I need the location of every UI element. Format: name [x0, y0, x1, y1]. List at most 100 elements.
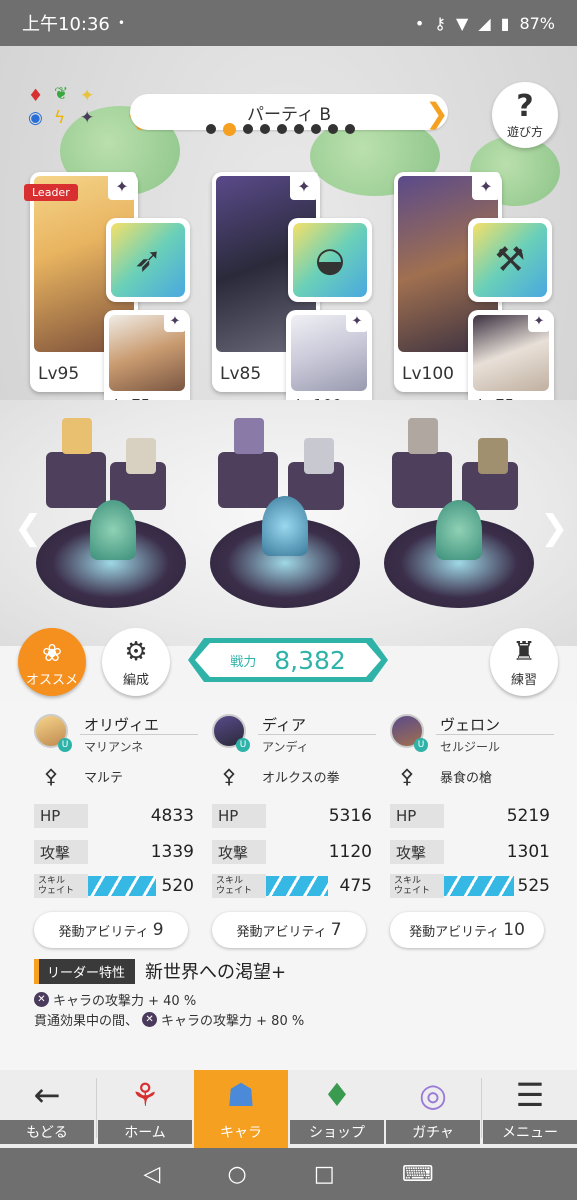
party-name: パーティ B [246, 104, 332, 125]
scroll-left-icon[interactable]: ❮ [14, 508, 43, 548]
hp-row: HP 5219 [390, 800, 554, 832]
nav-label: もどる [0, 1120, 94, 1144]
nav-home[interactable]: ⚘ ホーム [98, 1070, 192, 1148]
power-label: 戦力 [230, 654, 257, 670]
sub-character-name: マリアンネ [84, 740, 144, 754]
nav-label: ガチャ [386, 1120, 480, 1144]
power-display: 戦力 8,382 [188, 638, 388, 682]
leader-skill-line-2: 貫通効果中の間、 ✕ キャラの攻撃力 + 80 % [34, 1010, 304, 1029]
ability-label: 発動アビリティ [236, 924, 327, 940]
weapon-card-1[interactable]: ➶ [106, 218, 190, 302]
recommend-button[interactable]: ❀ オススメ [18, 628, 86, 696]
class-star-icon: ✦ [164, 310, 186, 332]
page-dot[interactable] [345, 124, 355, 134]
attack-row: 攻撃 1120 [212, 836, 376, 868]
attack-label: 攻撃 [390, 840, 444, 864]
hp-value: 4833 [150, 806, 194, 826]
ability-button[interactable]: 発動アビリティ 10 [390, 912, 544, 948]
hp-label: HP [390, 804, 444, 828]
weapon-row[interactable]: ⚴ オルクスの拳 [212, 756, 376, 796]
attack-value: 1120 [328, 842, 372, 862]
skill-wait-row: スキル ウェイト 525 [390, 872, 554, 900]
page-dot[interactable] [206, 124, 216, 134]
skill-wait-label: スキル ウェイト [390, 874, 444, 898]
formation-label: 編成 [122, 673, 149, 688]
character-sprite [478, 438, 508, 474]
page-dot[interactable] [294, 124, 304, 134]
party-next-icon[interactable]: ❯ [425, 97, 448, 130]
character-sprite [304, 438, 334, 474]
leader-tag: Leader [24, 184, 78, 201]
skill-wait-value: 520 [161, 876, 194, 896]
page-dot[interactable] [277, 124, 287, 134]
shop-icon: ♦ [322, 1076, 352, 1114]
divider [80, 734, 198, 735]
pedestal-block [46, 452, 106, 508]
practice-button[interactable]: ♜ 練習 [490, 628, 558, 696]
formation-button[interactable]: ⚙ 編成 [102, 628, 170, 696]
leader-skill-name: 新世界への渇望+ [145, 962, 287, 983]
system-back-icon[interactable]: ◁ [144, 1162, 161, 1187]
scroll-right-icon[interactable]: ❯ [540, 508, 569, 548]
page-dot[interactable] [311, 124, 321, 134]
practice-label: 練習 [510, 673, 537, 688]
page-dot-active[interactable] [223, 123, 236, 136]
sub-character-name: セルジール [440, 740, 501, 754]
page-dot[interactable] [328, 124, 338, 134]
question-icon: ? [516, 88, 534, 124]
skill-wait-value: 475 [339, 876, 372, 896]
skill-wait-bar [88, 876, 156, 896]
character-sprite [126, 438, 156, 474]
weapon-card-2[interactable]: ◒ [288, 218, 372, 302]
skill-wait-bar [266, 876, 328, 896]
nav-back[interactable]: ← もどる [0, 1070, 94, 1148]
system-home-icon[interactable]: ○ [228, 1162, 247, 1187]
status-icons: • ⚷ ▼ ◢ ▮ 87% [415, 14, 555, 33]
character-header[interactable]: U ヴェロン セルジール [390, 710, 554, 756]
leader-skill[interactable]: リーダー特性 新世界への渇望+ [34, 958, 286, 984]
platform: ❮ ❯ [0, 400, 577, 646]
skill-wait-value: 525 [517, 876, 550, 896]
weapon-card-3[interactable]: ⚒ [468, 218, 552, 302]
class-star-icon: ✦ [346, 310, 368, 332]
character-name: ディア [262, 716, 306, 734]
hp-row: HP 4833 [34, 800, 198, 832]
help-button[interactable]: ? 遊び方 [492, 82, 558, 148]
skill-wait-label: スキル ウェイト [34, 874, 88, 898]
leader-skill-effect-2: キャラの攻撃力 + 80 % [161, 1014, 305, 1029]
battery-icon: ▮ [500, 13, 510, 33]
nav-divider [96, 1078, 97, 1138]
skill-wait-row: スキル ウェイト 475 [212, 872, 376, 900]
notification-dot-icon: • [117, 16, 125, 30]
training-dummy-icon: ♜ [512, 637, 536, 667]
ability-label: 発動アビリティ [409, 924, 500, 940]
power-value: 8,382 [274, 645, 346, 675]
weapon-row[interactable]: ⚴ マルテ [34, 756, 198, 796]
ability-button[interactable]: 発動アビリティ 7 [212, 912, 366, 948]
nav-gacha[interactable]: ◎ ガチャ [386, 1070, 480, 1148]
nav-label: ショップ [290, 1120, 384, 1144]
ability-count: 10 [503, 920, 525, 940]
character-header[interactable]: U オリヴィエ マリアンネ [34, 710, 198, 756]
gamepad-icon[interactable]: ⌨ [402, 1162, 434, 1187]
element-icons[interactable]: ♦ ❦ ✦ ◉ ϟ ✦ [28, 84, 104, 132]
page-dot[interactable] [243, 124, 253, 134]
character-header[interactable]: U ディア アンディ [212, 710, 376, 756]
system-recents-icon[interactable]: □ [314, 1162, 335, 1187]
main-level: Lv85 [220, 364, 262, 384]
ability-button[interactable]: 発動アビリティ 9 [34, 912, 188, 948]
weapon-row[interactable]: ⚴ 暴食の槍 [390, 756, 554, 796]
nav-shop[interactable]: ♦ ショップ [290, 1070, 384, 1148]
formation-gear-icon: ⚙ [124, 637, 148, 667]
weapon-type-icon: ⚴ [43, 764, 59, 788]
page-dot[interactable] [260, 124, 270, 134]
hp-label: HP [34, 804, 88, 828]
dark-element-icon: ✕ [142, 1012, 158, 1027]
nav-character[interactable]: ☗ キャラ [194, 1070, 288, 1148]
party-page-indicator[interactable] [206, 123, 355, 136]
character-name: オリヴィエ [84, 716, 160, 734]
nav-menu[interactable]: ☰ メニュー [483, 1070, 577, 1148]
skill-wait-label: スキル ウェイト [212, 874, 266, 898]
skill-wait-row: スキル ウェイト 520 [34, 872, 198, 900]
home-icon: ⚘ [130, 1076, 160, 1114]
